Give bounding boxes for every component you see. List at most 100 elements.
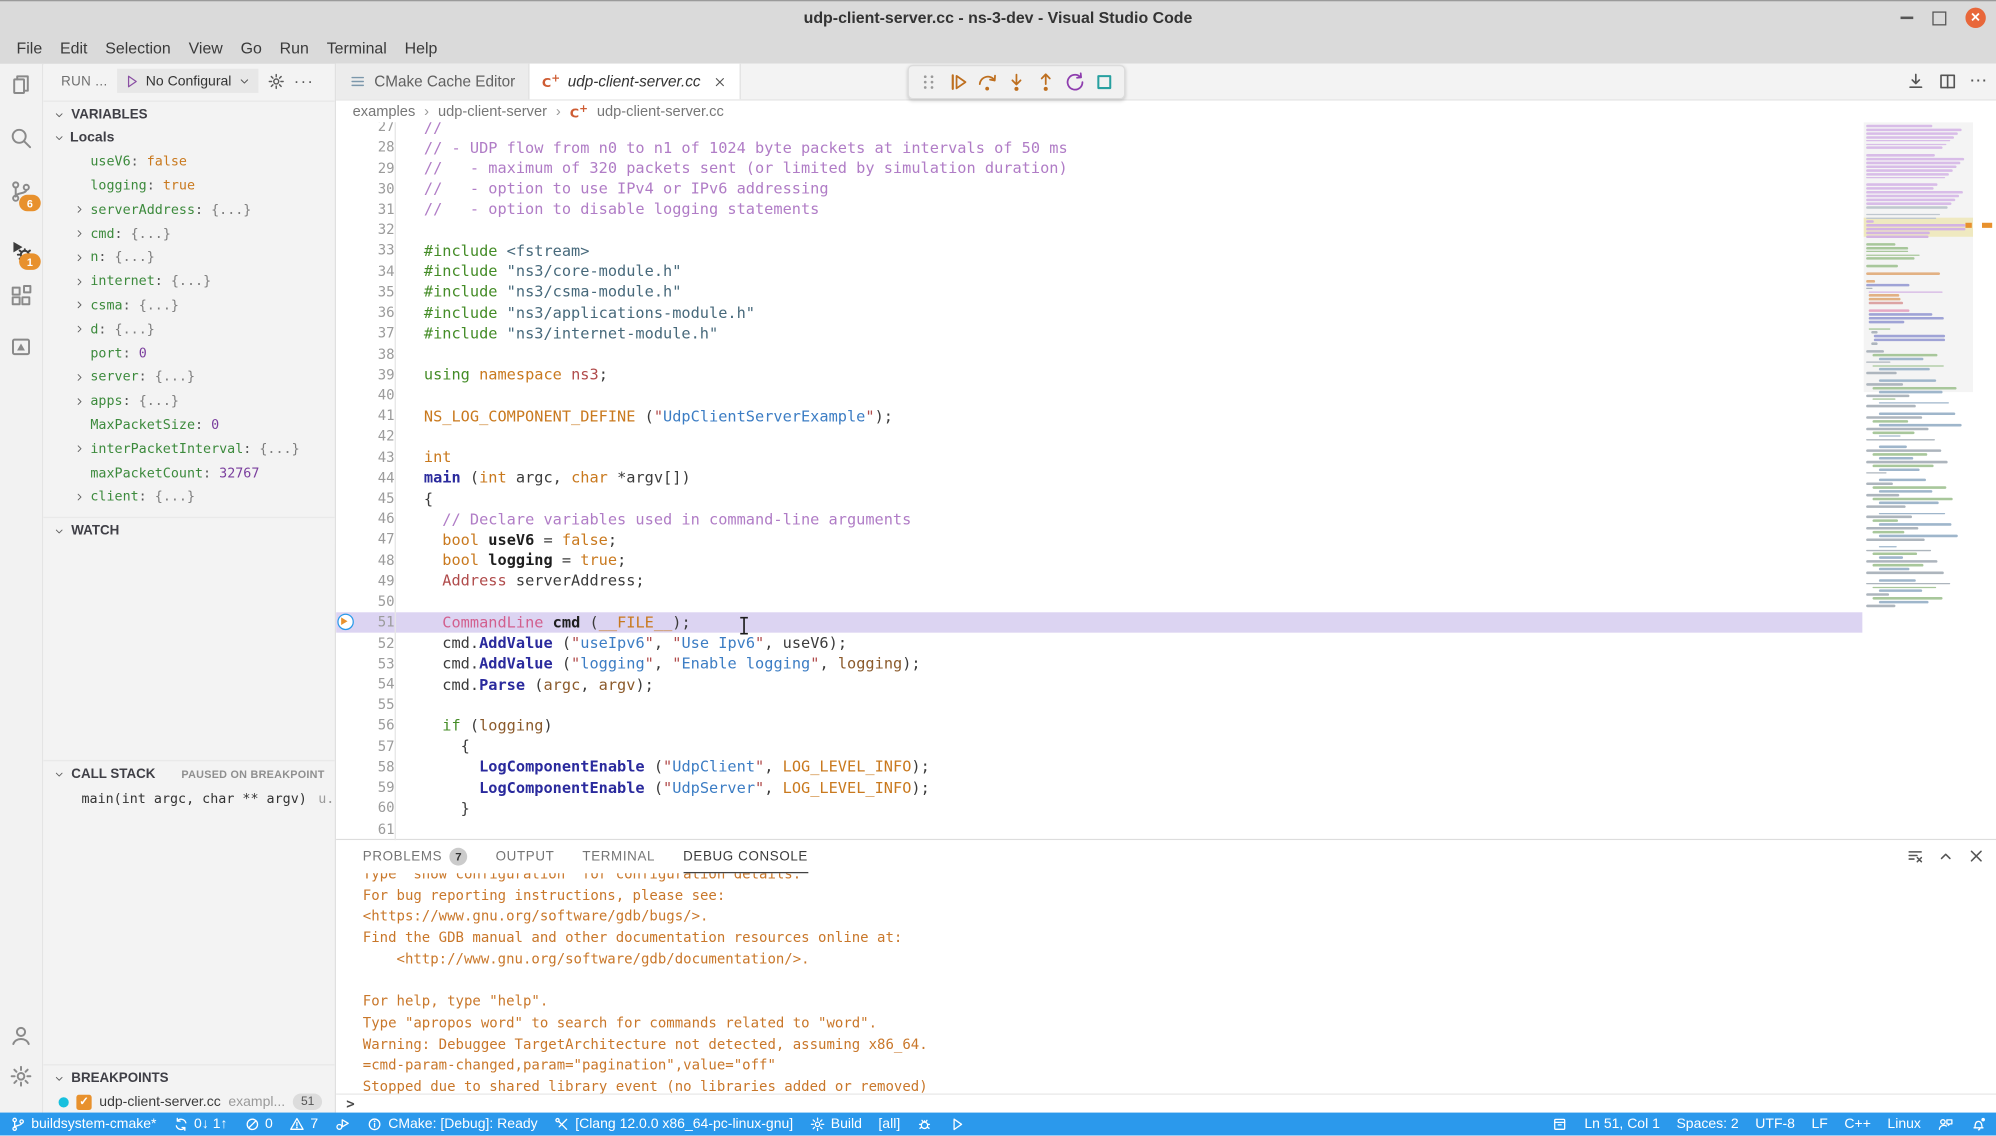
watch-section-header[interactable]: WATCH: [43, 517, 335, 544]
maximize-panel-icon[interactable]: [1936, 847, 1955, 866]
menu-file[interactable]: File: [8, 33, 51, 64]
code-line-34[interactable]: 34 #include "ns3/core-module.h": [336, 261, 1862, 282]
variable-row[interactable]: interPacketInterval: {...}: [43, 437, 335, 461]
activity-search[interactable]: [0, 117, 41, 159]
variable-row[interactable]: port: 0: [43, 341, 335, 365]
status-cursor-position[interactable]: Ln 51, Col 1: [1584, 1116, 1660, 1131]
tab-udp-client-server-cc[interactable]: C+udp-client-server.cc: [529, 64, 741, 100]
status-eol[interactable]: LF: [1812, 1116, 1828, 1131]
code-line-50[interactable]: 50: [336, 591, 1862, 612]
split-editor-icon[interactable]: [1937, 70, 1957, 92]
activity-account[interactable]: [0, 1015, 41, 1057]
status-git-branch[interactable]: buildsystem-cmake*: [10, 1116, 156, 1132]
code-line-48[interactable]: 48 bool logging = true;: [336, 550, 1862, 571]
breadcrumb[interactable]: examples› udp-client-server› C+ udp-clie…: [336, 101, 1996, 124]
code-line-47[interactable]: 47 bool useV6 = false;: [336, 529, 1862, 550]
status-cmake-status[interactable]: CMake: [Debug]: Ready: [367, 1116, 537, 1132]
status-indentation[interactable]: Spaces: 2: [1676, 1116, 1738, 1131]
breadcrumb-item[interactable]: examples: [353, 104, 416, 119]
debug-console-output[interactable]: Type "show configuration" for configurat…: [336, 840, 1996, 1095]
variable-row[interactable]: maxPacketCount: 32767: [43, 461, 335, 485]
open-changes-icon[interactable]: [1906, 70, 1926, 92]
status-cmake-build[interactable]: Build: [810, 1116, 862, 1132]
call-stack-frame[interactable]: main(int argc, char ** argv) u.: [43, 787, 335, 811]
panel-tab-debug-console[interactable]: DEBUG CONSOLE: [683, 840, 808, 873]
code-line-55[interactable]: 55: [336, 695, 1862, 716]
code-line-27[interactable]: 27 //: [336, 122, 1862, 137]
code-line-35[interactable]: 35 #include "ns3/csma-module.h": [336, 282, 1862, 303]
menu-help[interactable]: Help: [396, 33, 447, 64]
code-line-42[interactable]: 42: [336, 426, 1862, 447]
code-line-38[interactable]: 38: [336, 344, 1862, 365]
breadcrumb-item[interactable]: udp-client-server.cc: [597, 104, 724, 119]
current-line-breakpoint-icon[interactable]: [337, 614, 354, 631]
variable-row[interactable]: cmd: {...}: [43, 222, 335, 246]
code-line-54[interactable]: 54 cmd.Parse (argc, argv);: [336, 674, 1862, 695]
status-warnings[interactable]: 7: [289, 1116, 318, 1132]
status-debug-target[interactable]: [917, 1116, 933, 1132]
code-line-43[interactable]: 43 int: [336, 447, 1862, 468]
panel-tab-problems[interactable]: PROBLEMS 7: [363, 840, 468, 873]
breadcrumb-item[interactable]: udp-client-server: [438, 104, 547, 119]
variables-section-header[interactable]: VARIABLES: [43, 101, 335, 128]
continue-button[interactable]: [945, 69, 972, 96]
breakpoint-checkbox[interactable]: ✓: [76, 1094, 91, 1109]
stop-button[interactable]: [1091, 69, 1118, 96]
code-line-51[interactable]: 51 CommandLine cmd (__FILE__);: [336, 612, 1862, 633]
code-line-31[interactable]: 31 // - option to disable logging statem…: [336, 199, 1862, 220]
variable-row[interactable]: useV6: false: [43, 150, 335, 174]
code-line-46[interactable]: 46 // Declare variables used in command-…: [336, 509, 1862, 530]
minimize-icon[interactable]: [1901, 17, 1914, 20]
status-encoding[interactable]: UTF-8: [1755, 1116, 1795, 1131]
breakpoint-item[interactable]: ✓ udp-client-server.cc exampl... 51: [43, 1090, 335, 1113]
code-line-56[interactable]: 56 if (logging): [336, 715, 1862, 736]
status-feedback[interactable]: [1937, 1116, 1953, 1132]
variable-row[interactable]: MaxPacketSize: 0: [43, 413, 335, 437]
debug-configuration-dropdown[interactable]: No Configural: [117, 69, 259, 93]
activity-explorer[interactable]: [0, 64, 41, 106]
minimap[interactable]: [1864, 122, 1973, 840]
activity-cmake-tools[interactable]: [0, 326, 41, 368]
code-line-44[interactable]: 44 main (int argc, char *argv[]): [336, 467, 1862, 488]
breakpoint-gutter[interactable]: [336, 614, 354, 631]
status-sync[interactable]: 0↓ 1↑: [173, 1116, 227, 1132]
code-line-57[interactable]: 57 {: [336, 736, 1862, 757]
step-over-button[interactable]: [974, 69, 1001, 96]
variable-row[interactable]: csma: {...}: [43, 294, 335, 318]
code-line-58[interactable]: 58 LogComponentEnable ("UdpClient", LOG_…: [336, 756, 1862, 777]
close-panel-icon[interactable]: [1967, 847, 1986, 866]
panel-tab-terminal[interactable]: TERMINAL: [582, 840, 655, 873]
call-stack-section-header[interactable]: CALL STACK PAUSED ON BREAKPOINT: [43, 760, 335, 787]
panel-tab-output[interactable]: OUTPUT: [496, 840, 555, 873]
status-remote-indicator[interactable]: [1552, 1116, 1568, 1132]
variable-row[interactable]: d: {...}: [43, 317, 335, 341]
more-actions-icon[interactable]: ⋯: [1969, 70, 1988, 92]
close-tab-icon[interactable]: [708, 74, 727, 88]
tab-cmake-cache-editor[interactable]: CMake Cache Editor: [336, 64, 529, 100]
code-line-37[interactable]: 37 #include "ns3/internet-module.h": [336, 323, 1862, 344]
code-line-41[interactable]: 41 NS_LOG_COMPONENT_DEFINE ("UdpClientSe…: [336, 406, 1862, 427]
status-errors[interactable]: 0: [244, 1116, 273, 1132]
clear-console-icon[interactable]: [1906, 847, 1925, 866]
menu-view[interactable]: View: [180, 33, 232, 64]
variable-row[interactable]: n: {...}: [43, 246, 335, 270]
variable-row[interactable]: server: {...}: [43, 365, 335, 389]
code-line-28[interactable]: 28 // - UDP flow from n0 to n1 of 1024 b…: [336, 137, 1862, 158]
variable-row[interactable]: client: {...}: [43, 485, 335, 509]
code-line-45[interactable]: 45 {: [336, 488, 1862, 509]
restore-icon[interactable]: [1932, 11, 1946, 25]
variable-row[interactable]: serverAddress: {...}: [43, 198, 335, 222]
code-line-39[interactable]: 39 using namespace ns3;: [336, 364, 1862, 385]
restart-button[interactable]: [1062, 69, 1089, 96]
more-actions-icon[interactable]: ···: [294, 71, 314, 90]
breakpoints-section-header[interactable]: BREAKPOINTS: [43, 1064, 335, 1091]
activity-source-control[interactable]: 6: [0, 171, 41, 213]
code-line-59[interactable]: 59 LogComponentEnable ("UdpServer", LOG_…: [336, 777, 1862, 798]
code-line-61[interactable]: 61: [336, 818, 1862, 839]
variable-row[interactable]: apps: {...}: [43, 389, 335, 413]
status-cmake-debug[interactable]: [335, 1116, 351, 1132]
activity-extensions[interactable]: [0, 275, 41, 317]
activity-run-and-debug[interactable]: 1: [0, 229, 41, 271]
menu-terminal[interactable]: Terminal: [318, 33, 396, 64]
menu-edit[interactable]: Edit: [51, 33, 96, 64]
